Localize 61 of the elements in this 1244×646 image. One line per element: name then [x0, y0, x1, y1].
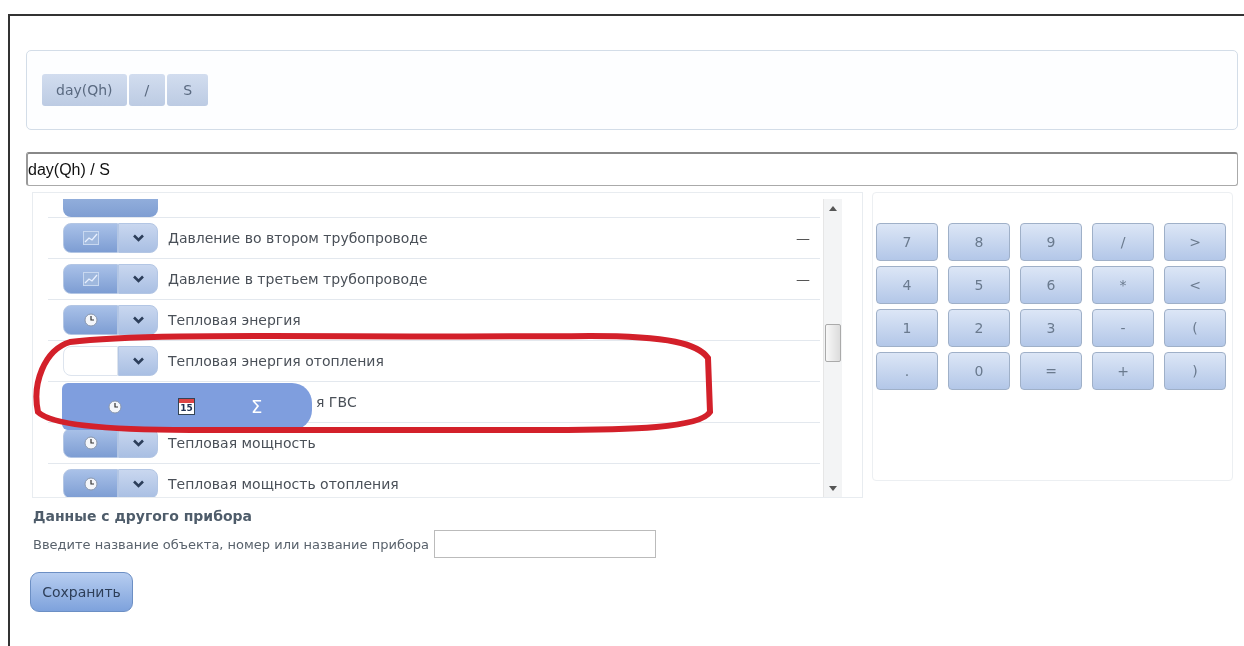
parameter-label: я ГВС	[316, 394, 357, 410]
clock-icon[interactable]	[108, 399, 122, 414]
chevron-down-icon	[132, 439, 144, 447]
keypad-key[interactable]: 9	[1020, 223, 1082, 261]
sum-icon[interactable]: Σ	[251, 397, 263, 416]
formula-token[interactable]: day(Qh)	[42, 74, 127, 106]
keypad-key[interactable]: 4	[876, 266, 938, 304]
keypad-key[interactable]: .	[876, 352, 938, 390]
keypad-key[interactable]: *	[1092, 266, 1154, 304]
parameter-label: Тепловая энергия	[168, 312, 301, 328]
keypad-key[interactable]: 7	[876, 223, 938, 261]
parameter-label: Давление во втором трубопроводе	[168, 230, 428, 246]
save-button[interactable]: Сохранить	[30, 572, 133, 612]
dropdown-button[interactable]	[118, 346, 158, 376]
keypad-key[interactable]: 1	[876, 309, 938, 347]
keypad-key[interactable]: )	[1164, 352, 1226, 390]
chevron-down-icon	[132, 234, 144, 242]
section-heading: Данные с другого прибора	[33, 508, 254, 524]
device-search-field[interactable]	[434, 530, 657, 558]
keypad-key[interactable]: =	[1020, 352, 1082, 390]
type-button[interactable]	[63, 469, 118, 497]
clock-icon	[83, 436, 98, 450]
calendar-icon[interactable]: 15	[178, 398, 195, 415]
type-button[interactable]	[63, 305, 118, 335]
clock-icon	[83, 477, 98, 491]
dropdown-button[interactable]	[118, 223, 158, 253]
chevron-down-icon	[132, 316, 144, 324]
keypad-key[interactable]: +	[1092, 352, 1154, 390]
dropdown-button[interactable]	[118, 264, 158, 294]
clock-icon	[83, 313, 98, 327]
keypad-key[interactable]: <	[1164, 266, 1226, 304]
dropdown-button[interactable]	[118, 305, 158, 335]
keypad-key[interactable]: >	[1164, 223, 1226, 261]
keypad-key[interactable]: /	[1092, 223, 1154, 261]
scrollbar[interactable]	[823, 199, 842, 497]
chevron-down-icon	[132, 357, 144, 365]
parameter-value: —	[796, 271, 810, 287]
keypad-key[interactable]: 5	[948, 266, 1010, 304]
parameter-label: Тепловая энергия отопления	[168, 353, 384, 369]
scroll-thumb[interactable]	[825, 324, 841, 362]
keypad-key[interactable]: 0	[948, 352, 1010, 390]
keypad-key[interactable]: (	[1164, 309, 1226, 347]
chart-icon	[82, 272, 99, 286]
parameter-label: Тепловая мощность	[168, 435, 316, 451]
type-button[interactable]	[63, 428, 118, 458]
keypad-key[interactable]: 6	[1020, 266, 1082, 304]
keypad-key[interactable]: 2	[948, 309, 1010, 347]
keypad-key[interactable]: 3	[1020, 309, 1082, 347]
chart-icon	[82, 231, 99, 245]
formula-token[interactable]: /	[128, 74, 166, 106]
keypad-key[interactable]: -	[1092, 309, 1154, 347]
field-label: Введите название объекта, номер или название прибора	[33, 536, 430, 552]
keypad-key[interactable]: 8	[948, 223, 1010, 261]
parameter-label: Тепловая мощность отопления	[168, 476, 399, 492]
formula-token[interactable]: S	[167, 74, 209, 106]
parameter-value: —	[796, 230, 810, 246]
dropdown-button[interactable]	[118, 469, 158, 497]
parameter-label: Давление в третьем трубопроводе	[168, 271, 428, 287]
formula-field[interactable]: day(Qh) / S	[26, 152, 1238, 186]
chevron-down-icon	[132, 480, 144, 488]
chevron-down-icon	[132, 275, 144, 283]
